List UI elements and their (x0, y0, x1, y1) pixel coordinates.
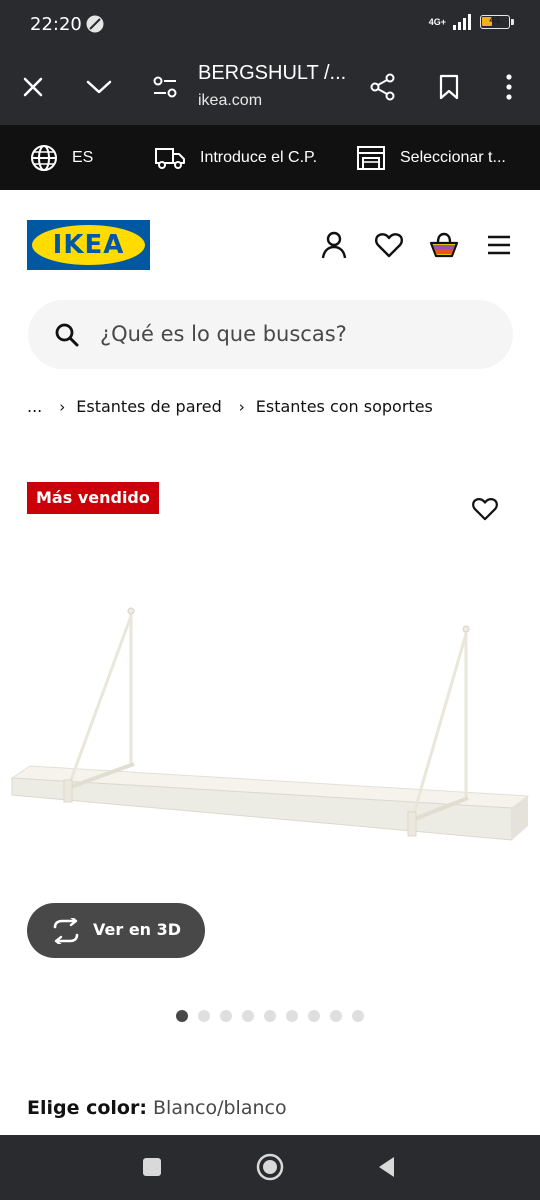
product-image[interactable] (0, 590, 540, 860)
carousel-dot[interactable] (198, 1010, 210, 1022)
view-in-3d-label: Ver en 3D (93, 920, 182, 939)
share-icon[interactable] (366, 70, 400, 104)
store-selector[interactable]: Seleccionar t... (356, 125, 506, 190)
battery-icon: 41 (480, 15, 514, 29)
store-label: Seleccionar t... (400, 148, 506, 166)
system-nav-bar (0, 1135, 540, 1200)
bookmark-icon[interactable] (432, 70, 466, 104)
breadcrumb-item-wall-shelves[interactable]: Estantes de pared (76, 397, 221, 416)
status-right: 4G+ 41 (428, 14, 514, 30)
page-title[interactable]: BERGSHULT /... (198, 62, 346, 85)
carousel-dot[interactable] (220, 1010, 232, 1022)
search-icon (55, 323, 79, 347)
browser-toolbar: BERGSHULT /... ikea.com (0, 50, 540, 125)
color-selector[interactable]: Elige color: Blanco/blanco (27, 1097, 287, 1119)
menu-icon[interactable] (484, 230, 514, 260)
home-icon[interactable] (253, 1150, 287, 1184)
page-settings-icon[interactable] (148, 70, 182, 104)
carousel-dot[interactable] (352, 1010, 364, 1022)
shopping-bag-icon[interactable] (429, 230, 459, 260)
store-icon (357, 145, 385, 170)
logo-text: IKEA (52, 230, 125, 260)
breadcrumb-ellipsis[interactable]: ... (27, 397, 42, 416)
status-time: 22:20 (30, 14, 82, 35)
chevron-right-icon: › (238, 397, 245, 416)
carousel-dot[interactable] (308, 1010, 320, 1022)
account-icon[interactable] (319, 230, 349, 260)
chevron-down-icon[interactable] (82, 70, 116, 104)
color-label: Elige color: (27, 1097, 147, 1119)
carousel-dot[interactable] (242, 1010, 254, 1022)
image-carousel-dots (176, 1010, 364, 1022)
search-bar[interactable]: ¿Qué es lo que buscas? (28, 300, 513, 369)
do-not-disturb-icon (86, 15, 104, 33)
view-in-3d-button[interactable]: Ver en 3D (27, 903, 205, 958)
search-input[interactable]: ¿Qué es lo que buscas? (100, 322, 347, 346)
chevron-right-icon: › (59, 397, 66, 416)
carousel-dot[interactable] (264, 1010, 276, 1022)
battery-tip (511, 19, 514, 25)
close-icon[interactable] (16, 70, 50, 104)
carousel-dot[interactable] (330, 1010, 342, 1022)
battery-level: 41 (489, 15, 501, 26)
back-icon[interactable] (369, 1150, 403, 1184)
postal-code-selector[interactable]: Introduce el C.P. (154, 125, 317, 190)
globe-icon (31, 144, 57, 171)
best-seller-badge: Más vendido (27, 482, 159, 514)
top-strip: ES Introduce el C.P. Seleccionar t... (0, 125, 540, 190)
signal-icon (453, 14, 471, 30)
breadcrumb-item-shelves-with-brackets[interactable]: Estantes con soportes (256, 397, 433, 416)
heart-icon (472, 498, 498, 521)
more-options-icon[interactable] (492, 70, 526, 104)
carousel-dot[interactable] (286, 1010, 298, 1022)
carousel-dot[interactable] (176, 1010, 188, 1022)
postal-code-label: Introduce el C.P. (200, 148, 318, 166)
breadcrumb: ... › Estantes de pared › Estantes con s… (27, 397, 433, 416)
delivery-truck-icon (155, 147, 185, 169)
heart-icon[interactable] (374, 230, 404, 260)
page-domain[interactable]: ikea.com (198, 92, 262, 110)
network-type: 4G+ (428, 16, 446, 27)
add-to-favourites-button[interactable] (468, 492, 502, 526)
rotate-3d-icon (53, 918, 79, 944)
recent-apps-icon[interactable] (135, 1150, 169, 1184)
ikea-logo[interactable]: IKEA (27, 220, 150, 270)
language-label: ES (72, 148, 94, 166)
color-value: Blanco/blanco (153, 1097, 287, 1119)
status-bar: 22:20 4G+ 41 (0, 0, 540, 50)
language-selector[interactable]: ES (30, 125, 93, 190)
